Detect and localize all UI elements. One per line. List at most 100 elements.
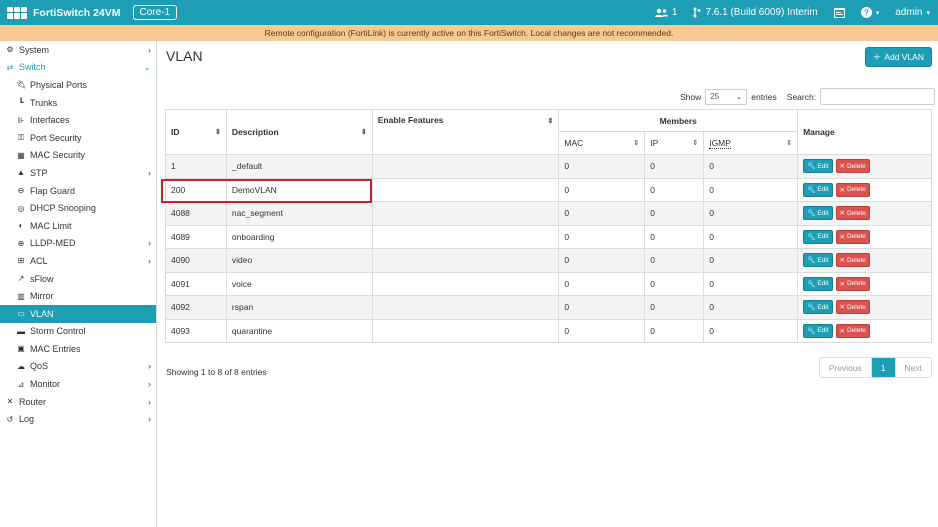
table-row[interactable]: 4088 nac_segment 0 0 0 🔧︎ Edit ✕ Delete <box>165 201 932 226</box>
delete-button[interactable]: ✕ Delete <box>835 253 870 268</box>
cell-enable-features <box>371 177 560 202</box>
col-header-enable-features[interactable]: Enable Features ⇕ <box>371 109 560 155</box>
table-row[interactable]: 1 _default 0 0 0 🔧︎ Edit ✕ Delete <box>165 154 932 179</box>
sidebar-item-storm-control[interactable]: ▬ Storm Control <box>0 323 156 341</box>
edit-label: Edit <box>817 209 829 217</box>
col-enable-features-label: Enable Features <box>377 115 444 125</box>
table-row[interactable]: 4092 rspan 0 0 0 🔧︎ Edit ✕ Delete <box>165 295 932 320</box>
chevron-down-icon: ▾ <box>875 9 880 17</box>
table-row[interactable]: 4089 onboarding 0 0 0 🔧︎ Edit ✕ Delete <box>165 224 932 249</box>
cell-igmp: 0 <box>703 154 799 179</box>
sidebar-item-interfaces[interactable]: ⊪ Interfaces <box>0 111 156 129</box>
sidebar-item-dhcp-snooping[interactable]: ◎ DHCP Snooping <box>0 199 156 217</box>
grid-icon: ▦ <box>17 150 25 160</box>
table-row[interactable]: 4093 quarantine 0 0 0 🔧︎ Edit ✕ Delete <box>165 318 932 343</box>
previous-page-button[interactable]: Previous <box>820 358 871 377</box>
help-button[interactable]: ? ▾ <box>860 7 880 18</box>
table-row[interactable]: 4090 video 0 0 0 🔧︎ Edit ✕ Delete <box>165 248 932 273</box>
sort-icon: ⇕ <box>692 140 699 147</box>
table-row[interactable]: 4091 voice 0 0 0 🔧︎ Edit ✕ Delete <box>165 271 932 296</box>
sidebar-item-monitor[interactable]: ⊿ Monitor › <box>0 375 156 393</box>
cell-manage: 🔧︎ Edit ✕ Delete <box>797 201 932 226</box>
cell-mac: 0 <box>558 177 646 202</box>
edit-button[interactable]: 🔧︎ Edit <box>803 300 833 315</box>
delete-button[interactable]: ✕ Delete <box>835 206 870 221</box>
sidebar-item-stp[interactable]: ▲ STP › <box>0 164 156 182</box>
edit-button[interactable]: 🔧︎ Edit <box>803 159 833 174</box>
sort-icon: ⇕ <box>633 140 640 147</box>
monitor-icon: ▭ <box>17 309 25 319</box>
sidebar-item-port-security[interactable]: ⚿ Port Security <box>0 129 156 147</box>
users-indicator[interactable]: 1 <box>654 7 677 18</box>
delete-button[interactable]: ✕ Delete <box>835 300 870 315</box>
plug-icon: 🔌︎ <box>15 80 27 90</box>
col-header-id[interactable]: ID ⇕ <box>165 109 227 155</box>
plus-icon: ＋ <box>872 52 882 62</box>
cell-ip: 0 <box>644 271 705 296</box>
edit-button[interactable]: 🔧︎ Edit <box>803 253 833 268</box>
vlan-table: ID ⇕ Description ⇕ Enable Features ⇕ Mem… <box>165 109 932 343</box>
sidebar-item-label: Trunks <box>30 97 58 108</box>
wrench-icon: 🔧︎ <box>807 186 816 194</box>
sidebar-item-mirror[interactable]: ▥ Mirror <box>0 287 156 305</box>
device-name-badge[interactable]: Core-1 <box>132 5 178 20</box>
sidebar-item-label: Mirror <box>30 291 54 302</box>
edit-button[interactable]: 🔧︎ Edit <box>803 206 833 221</box>
sidebar-item-label: Physical Ports <box>30 79 88 90</box>
cell-description: _default <box>225 154 373 179</box>
pagination: Previous 1 Next <box>818 357 932 378</box>
sidebar-item-router[interactable]: ✕ Router › <box>0 393 156 411</box>
sidebar-item-switch[interactable]: ⇄ Switch ⌄ <box>0 59 156 77</box>
cell-id: 4088 <box>165 201 227 226</box>
page-length-select[interactable]: 25 ⌄ <box>705 88 748 105</box>
delete-button[interactable]: ✕ Delete <box>835 159 870 174</box>
edit-button[interactable]: 🔧︎ Edit <box>803 276 833 291</box>
cell-id: 4091 <box>165 271 227 296</box>
page-button-current[interactable]: 1 <box>870 358 895 377</box>
delete-button[interactable]: ✕ Delete <box>835 229 870 244</box>
chevron-right-icon: › <box>148 44 151 55</box>
col-header-mac[interactable]: MAC ⇕ <box>558 131 646 155</box>
sidebar-item-sflow[interactable]: ↗ sFlow <box>0 270 156 288</box>
delete-button[interactable]: ✕ Delete <box>835 276 870 291</box>
sidebar-item-label: DHCP Snooping <box>30 203 96 214</box>
cell-manage: 🔧︎ Edit ✕ Delete <box>797 224 932 249</box>
wrench-icon: 🔧︎ <box>807 257 816 265</box>
col-mac-label: MAC <box>564 138 584 148</box>
sidebar-item-qos[interactable]: ☁ QoS › <box>0 358 156 376</box>
sidebar-item-mac-entries[interactable]: ▣ MAC Entries <box>0 340 156 358</box>
sidebar-item-lldp-med[interactable]: ⊕ LLDP-MED › <box>0 235 156 253</box>
sidebar-item-vlan[interactable]: ▭ VLAN <box>0 304 156 323</box>
col-header-ip[interactable]: IP ⇕ <box>644 131 705 155</box>
version-indicator[interactable]: 7.6.1 (Build 6009) Interim <box>693 7 818 18</box>
col-header-description[interactable]: Description ⇕ <box>225 109 373 155</box>
sidebar-item-mac-security[interactable]: ▦ MAC Security <box>0 147 156 165</box>
search-input[interactable] <box>820 88 936 105</box>
edit-label: Edit <box>817 186 829 194</box>
edit-button[interactable]: 🔧︎ Edit <box>803 182 833 197</box>
sidebar-item-log[interactable]: ↺ Log › <box>0 410 156 428</box>
add-vlan-button[interactable]: ＋ Add VLAN <box>864 47 932 67</box>
delete-button[interactable]: ✕ Delete <box>835 323 870 338</box>
edit-label: Edit <box>817 303 829 311</box>
admin-username: admin <box>895 7 923 18</box>
admin-menu[interactable]: admin ▾ <box>895 7 930 18</box>
chevron-right-icon: › <box>148 361 151 372</box>
edit-button[interactable]: 🔧︎ Edit <box>803 323 833 338</box>
sidebar-item-label: MAC Entries <box>30 343 81 354</box>
sidebar-item-mac-limit[interactable]: ◐ MAC Limit <box>0 217 156 235</box>
sidebar-item-acl[interactable]: ⊞ ACL › <box>0 252 156 270</box>
console-button[interactable] <box>833 7 845 18</box>
sidebar-item-system[interactable]: ⚙ System › <box>0 41 156 59</box>
chevron-down-icon: ▾ <box>926 9 930 17</box>
col-header-igmp[interactable]: IGMP ⇕ <box>703 131 799 155</box>
delete-label: Delete <box>846 162 866 170</box>
delete-button[interactable]: ✕ Delete <box>835 182 870 197</box>
sidebar-item-physical-ports[interactable]: 🔌︎ Physical Ports <box>0 76 156 94</box>
sidebar-item-trunks[interactable]: ┗ Trunks <box>0 94 156 112</box>
edit-button[interactable]: 🔧︎ Edit <box>803 229 833 244</box>
sidebar-item-flap-guard[interactable]: ⊖ Flap Guard <box>0 182 156 200</box>
close-icon: ✕ <box>839 304 845 312</box>
app-title: FortiSwitch 24VM <box>33 6 121 19</box>
next-page-button[interactable]: Next <box>894 358 931 377</box>
